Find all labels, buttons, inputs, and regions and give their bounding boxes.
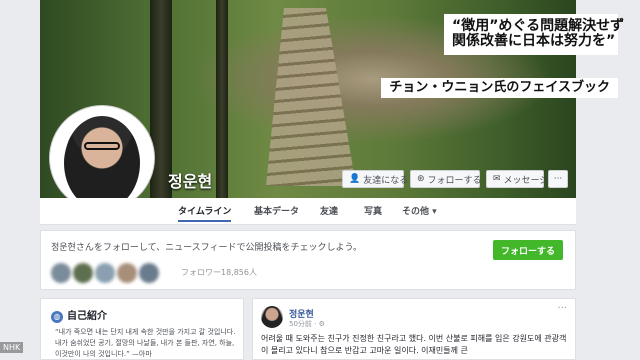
follow-prompt-card: 정운현さんをフォローして、ニュースフィードで公開投稿をチェックしよう。 フォロー… bbox=[40, 230, 576, 290]
follow-label: フォローする bbox=[427, 175, 482, 186]
news-headline: “徴用”めぐる問題解決せず 関係改善に日本は努力を” bbox=[444, 14, 624, 55]
intro-text: “내가 죽으면 내는 단지 내게 속한 것만을 가지고 갈 것입니다. 내가 숨… bbox=[55, 328, 236, 358]
messenger-icon: ✉ bbox=[493, 174, 501, 184]
glasses-detail bbox=[84, 142, 120, 150]
tab-timeline[interactable]: タイムライン bbox=[178, 204, 232, 222]
tab-more[interactable]: その他 ▾ bbox=[402, 204, 437, 217]
rss-icon: ⊛ bbox=[417, 174, 425, 184]
follow-prompt-text: 정운현さんをフォローして、ニュースフィードで公開投稿をチェックしよう。 bbox=[51, 243, 362, 253]
post-timestamp[interactable]: 50分前 · ⚙ bbox=[289, 319, 325, 329]
follower-avatar[interactable] bbox=[73, 263, 93, 283]
add-friend-label: 友達になる bbox=[363, 175, 409, 186]
more-button[interactable]: ··· bbox=[548, 170, 568, 188]
profile-avatar[interactable] bbox=[50, 106, 154, 210]
add-friend-icon: 👤 bbox=[349, 174, 361, 184]
tab-friends[interactable]: 友達 bbox=[320, 204, 338, 217]
source-caption: チョン・ウニョン氏のフェイスブック bbox=[381, 78, 618, 99]
post-options-button[interactable]: ··· bbox=[557, 303, 567, 314]
message-label: メッセージ bbox=[503, 175, 549, 186]
intro-title-label: 自己紹介 bbox=[67, 311, 107, 322]
tree-trunk bbox=[216, 0, 228, 198]
follower-avatar[interactable] bbox=[117, 263, 137, 283]
follow-button[interactable]: ⊛ フォローする bbox=[410, 170, 482, 188]
globe-icon: ◍ bbox=[51, 311, 63, 323]
follow-card-button[interactable]: フォローする bbox=[493, 240, 563, 260]
follower-avatar[interactable] bbox=[95, 263, 115, 283]
timeline-post: 정운현 50分前 · ⚙ ··· 어려울 때 도와주는 친구가 진정한 친구라고… bbox=[252, 298, 576, 360]
follower-avatar[interactable] bbox=[139, 263, 159, 283]
more-label: ··· bbox=[553, 174, 563, 184]
intro-card: ◍ 自己紹介 “내가 죽으면 내는 단지 내게 속한 것만을 가지고 갈 것입니다… bbox=[40, 298, 244, 360]
post-text: 어려울 때 도와주는 친구가 진정한 친구라고 했다. 이번 산불로 피해를 입… bbox=[261, 334, 567, 355]
broadcaster-watermark: NHK bbox=[0, 342, 24, 353]
avatar-photo bbox=[64, 116, 140, 210]
intro-title: ◍ 自己紹介 bbox=[51, 307, 107, 323]
profile-tabs: タイムライン 基本データ 友達 写真 その他 ▾ bbox=[40, 198, 576, 225]
profile-name[interactable]: 정운현 bbox=[168, 168, 212, 192]
add-friend-button[interactable]: 👤 友達になる bbox=[342, 170, 408, 188]
message-button[interactable]: ✉ メッセージ bbox=[486, 170, 548, 188]
follower-count[interactable]: フォロワー18,856人 bbox=[181, 267, 257, 278]
post-author-avatar[interactable] bbox=[261, 306, 283, 328]
tab-about[interactable]: 基本データ bbox=[254, 204, 299, 217]
follower-avatar[interactable] bbox=[51, 263, 71, 283]
tab-photos[interactable]: 写真 bbox=[364, 204, 382, 217]
stone-steps bbox=[266, 8, 356, 186]
headline-line-2: 関係改善に日本は努力を” bbox=[452, 33, 616, 50]
